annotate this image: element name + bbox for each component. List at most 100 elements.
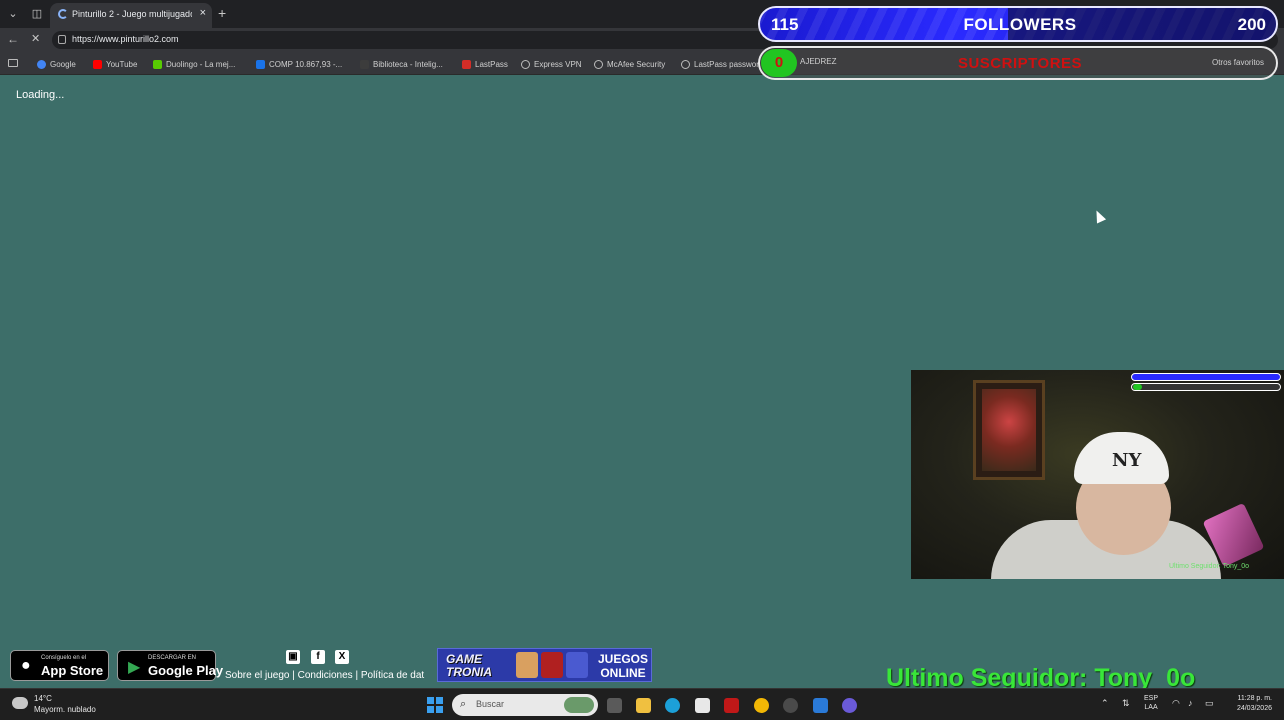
tab-actions-icon[interactable]: ◫ bbox=[28, 5, 46, 23]
webcam-feed: NY Ultimo Seguidor: Tony_0o bbox=[911, 370, 1284, 579]
new-tab-button[interactable]: + bbox=[218, 5, 226, 21]
bookmark-lastpass[interactable]: LastPass bbox=[462, 57, 508, 71]
wall-painting bbox=[973, 380, 1045, 480]
mouse-cursor-icon bbox=[1091, 208, 1107, 224]
gametronia-cta: JUEGOS ONLINE bbox=[597, 652, 648, 680]
input-language[interactable]: ESP LAA bbox=[1144, 694, 1158, 712]
footer-links[interactable]: Sobre el juego | Condiciones | Política … bbox=[225, 670, 424, 681]
taskbar: 14°C Mayorm. nublado ⌕ Buscar ⌃ ⇅ ESP LA… bbox=[0, 688, 1284, 720]
apps-icon[interactable] bbox=[8, 59, 18, 67]
painting-art bbox=[982, 389, 1036, 471]
chrome-icon[interactable] bbox=[754, 698, 769, 713]
lang-bottom: LAA bbox=[1144, 704, 1158, 711]
appstore-small-text: Consíguelo en el bbox=[41, 655, 87, 661]
followers-goal-bar: 115 FOLLOWERS 200 bbox=[758, 6, 1278, 42]
bookmark-label: COMP 10.867,93 -... bbox=[269, 59, 343, 69]
bookmark-google[interactable]: Google bbox=[37, 57, 76, 71]
search-highlight-icon bbox=[564, 697, 594, 713]
store-icon[interactable] bbox=[695, 698, 710, 713]
cap-logo: NY bbox=[1112, 450, 1142, 471]
wifi-icon[interactable]: ◠ bbox=[1172, 698, 1180, 709]
google-play-badge[interactable]: ▶ DESCARGAR EN Google Play bbox=[117, 650, 223, 681]
lang-top: ESP bbox=[1144, 695, 1159, 702]
photos-icon[interactable] bbox=[813, 698, 828, 713]
clock-time: 11:28 p. m. bbox=[1237, 695, 1272, 702]
bookmark-youtube[interactable]: YouTube bbox=[93, 57, 137, 71]
taskbar-search[interactable]: ⌕ Buscar bbox=[452, 694, 598, 716]
bookmark-lastpass-passwords[interactable]: LastPass passwor bbox=[681, 57, 759, 71]
back-arrow-icon[interactable]: ← bbox=[7, 32, 19, 46]
tab-list-chevron-icon[interactable]: ⌄ bbox=[4, 5, 22, 23]
mini-subs-fill bbox=[1133, 384, 1142, 390]
loading-spinner-icon bbox=[58, 9, 68, 19]
discord-icon[interactable] bbox=[842, 698, 857, 713]
chevron-up-icon[interactable]: ⌃ bbox=[1101, 698, 1109, 709]
loading-text: Loading... bbox=[16, 89, 65, 101]
settings-icon[interactable] bbox=[783, 698, 798, 713]
googleplay-big-text: Google Play bbox=[148, 663, 224, 678]
googleplay-small-text: DESCARGAR EN bbox=[148, 655, 197, 661]
clock-date: 24/03/2026 bbox=[1236, 705, 1272, 712]
bookmark-mcafee[interactable]: McAfee Security bbox=[594, 57, 665, 71]
google-icon bbox=[37, 59, 46, 69]
bookmark-label: YouTube bbox=[106, 59, 138, 69]
battery-icon[interactable]: ▭ bbox=[1205, 698, 1214, 709]
bookmark-label: Duolingo - La mej... bbox=[166, 59, 236, 69]
subscribers-goal-bar: AJEDREZ SUSCRIPTORES Otros favoritos 0 bbox=[758, 46, 1278, 80]
subscribers-label: SUSCRIPTORES bbox=[957, 55, 1083, 72]
cloud-icon[interactable] bbox=[12, 697, 28, 709]
comp-icon bbox=[256, 59, 265, 69]
subscribers-count: 0 bbox=[761, 49, 797, 77]
globe-icon bbox=[681, 59, 690, 69]
volume-icon[interactable]: ♪ bbox=[1188, 698, 1193, 708]
bookmark-label: LastPass passwor bbox=[694, 59, 759, 69]
edge-icon[interactable] bbox=[665, 698, 680, 713]
bookmark-expressvpn[interactable]: Express VPN bbox=[521, 57, 582, 71]
app-store-badge[interactable]: ● Consíguelo en el App Store bbox=[10, 650, 109, 681]
webcam-last-follower: Ultimo Seguidor: Tony_0o bbox=[1169, 563, 1250, 570]
other-favorites[interactable]: Otros favoritos bbox=[1212, 58, 1264, 67]
bookmark-biblioteca[interactable]: Biblioteca - Intelig... bbox=[360, 57, 443, 71]
facebook-icon[interactable]: f bbox=[311, 650, 325, 664]
site-info-icon[interactable] bbox=[58, 35, 66, 44]
game-tile-icon bbox=[541, 652, 563, 678]
bookmark-duolingo[interactable]: Duolingo - La mej... bbox=[153, 57, 235, 71]
stop-loading-icon[interactable]: ✕ bbox=[31, 32, 40, 45]
instagram-icon[interactable]: ▣ bbox=[286, 650, 300, 664]
gametronia-name: GAME TRONIA bbox=[446, 652, 492, 679]
webcam-mini-followers-bar bbox=[1131, 373, 1281, 381]
google-play-icon: ▶ bbox=[128, 659, 141, 676]
search-icon: ⌕ bbox=[460, 698, 467, 710]
x-icon[interactable]: X bbox=[335, 650, 349, 664]
webcam-mini-subs-bar bbox=[1131, 383, 1281, 391]
lastpass-icon bbox=[462, 59, 471, 69]
weather-desc[interactable]: Mayorm. nublado bbox=[34, 705, 96, 714]
followers-label: FOLLOWERS bbox=[963, 15, 1077, 34]
game-tile-icon bbox=[566, 652, 588, 678]
globe-icon bbox=[594, 59, 603, 69]
windows-start-icon[interactable] bbox=[427, 697, 443, 713]
youtube-icon bbox=[93, 59, 102, 69]
address-url[interactable]: https://www.pinturillo2.com bbox=[72, 34, 179, 44]
gametronia-banner[interactable]: GAME TRONIA JUEGOS ONLINE bbox=[437, 648, 652, 682]
system-clock[interactable]: 11:28 p. m. 24/03/2026 bbox=[1228, 694, 1272, 714]
pdf-reader-icon[interactable] bbox=[724, 698, 739, 713]
bookmark-label: Express VPN bbox=[534, 59, 582, 69]
bookmark-label: McAfee Security bbox=[607, 59, 666, 69]
task-view-icon[interactable] bbox=[607, 698, 622, 713]
biblioteca-icon bbox=[360, 59, 369, 69]
appstore-big-text: App Store bbox=[41, 663, 104, 678]
tab-close-icon[interactable]: × bbox=[200, 7, 206, 19]
duolingo-icon bbox=[153, 59, 162, 69]
network-status-icon[interactable]: ⇅ bbox=[1122, 698, 1130, 709]
bookmark-label: Biblioteca - Intelig... bbox=[373, 59, 443, 69]
weather-temp[interactable]: 14°C bbox=[34, 694, 52, 703]
bookmark-label: LastPass bbox=[475, 59, 508, 69]
apple-icon: ● bbox=[21, 657, 31, 674]
game-tile-icon bbox=[516, 652, 538, 678]
active-tab[interactable]: Pinturillo 2 - Juego multijugador o × bbox=[50, 3, 212, 28]
followers-goal: 200 bbox=[1237, 15, 1266, 34]
bookmark-comp[interactable]: COMP 10.867,93 -... bbox=[256, 57, 342, 71]
streamer-cap: NY bbox=[1074, 432, 1169, 484]
file-explorer-icon[interactable] bbox=[636, 698, 651, 713]
